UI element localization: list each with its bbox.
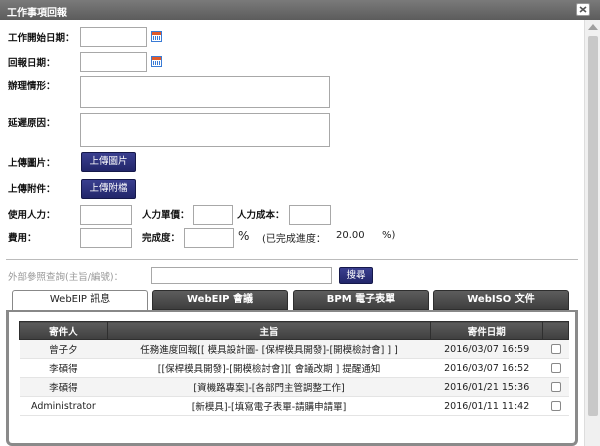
row-subject-link[interactable]: [資機路專案]-[各部門主管調整工作] [107, 377, 431, 397]
row-checkbox-cell [542, 396, 569, 416]
scroll-thumb[interactable] [588, 36, 598, 416]
row-date: 2016/01/11 11:42 [430, 396, 543, 416]
table-row[interactable]: 李碩得 [[保桿模具開發]-[開模檢討會]][ 會議改期 ] 提醒通知 2016… [19, 358, 569, 378]
table-row[interactable]: 曾子夕 任務進度回報[[ 模具設計圖- [保桿模具開發]-[開模檢討會] ] ]… [19, 339, 569, 359]
upload-attach-button[interactable]: 上傳附檔 [81, 179, 136, 199]
external-search-input[interactable] [151, 267, 332, 284]
tab-webeip-meeting[interactable]: WebEIP 會議 [152, 290, 288, 310]
scroll-up-icon[interactable] [588, 24, 598, 30]
header-select [542, 321, 569, 340]
completed-suffix: %) [382, 230, 396, 241]
completed-text: (已完成進度： [262, 234, 326, 245]
message-table: 寄件人 主旨 寄件日期 曾子夕 任務進度回報[[ 模具設計圖- [保桿模具開發]… [19, 321, 569, 416]
delay-textarea[interactable] [80, 113, 330, 147]
calendar-icon[interactable] [151, 31, 162, 42]
delay-label: 延遲原因： [8, 118, 56, 129]
vertical-scrollbar[interactable] [584, 20, 600, 446]
calendar-icon[interactable] [151, 56, 162, 67]
expense-input[interactable] [80, 228, 132, 248]
row-checkbox[interactable] [550, 363, 561, 373]
row-checkbox[interactable] [550, 344, 561, 354]
table-row[interactable]: 李碩得 [資機路專案]-[各部門主管調整工作] 2016/01/21 15:36 [19, 377, 569, 397]
report-date-label: 回報日期： [8, 58, 56, 69]
upload-image-label: 上傳圖片： [8, 158, 56, 169]
row-subject-link[interactable]: 任務進度回報[[ 模具設計圖- [保桿模具開發]-[開模檢討會] ] ] [107, 339, 431, 359]
row-sender: 李碩得 [19, 377, 108, 397]
message-panel: 寄件人 主旨 寄件日期 曾子夕 任務進度回報[[ 模具設計圖- [保桿模具開發]… [6, 310, 578, 446]
header-subject: 主旨 [106, 321, 432, 340]
row-sender: 李碩得 [19, 358, 108, 378]
window-title: 工作事項回報 [7, 8, 67, 19]
window-titlebar: 工作事項回報 [0, 0, 600, 20]
row-checkbox-cell [542, 358, 569, 378]
expense-label: 費用： [8, 233, 37, 244]
form-content: 工作開始日期： 回報日期： 辦理情形： 延遲原因： 上傳圖片： 上傳圖片 上傳附… [0, 20, 584, 446]
manpower-input[interactable] [80, 205, 132, 225]
close-icon[interactable] [576, 3, 590, 16]
row-subject-link[interactable]: [新模具]-[填寫電子表單-請購申請單] [107, 396, 431, 416]
cost-input[interactable] [289, 205, 331, 225]
report-date-input[interactable] [80, 52, 147, 72]
manpower-label: 使用人力： [8, 210, 56, 221]
percent-sign: % [238, 229, 250, 243]
row-checkbox[interactable] [550, 401, 561, 411]
status-textarea[interactable] [80, 76, 330, 108]
upload-attach-label: 上傳附件： [8, 184, 56, 195]
row-date: 2016/01/21 15:36 [430, 377, 543, 397]
external-search-label: 外部參照查詢(主旨/編號)： [8, 272, 124, 283]
tab-webeip-message[interactable]: WebEIP 訊息 [12, 290, 148, 312]
completion-label: 完成度： [142, 233, 181, 244]
start-date-label: 工作開始日期： [8, 33, 75, 44]
header-sender: 寄件人 [19, 321, 108, 340]
completion-input[interactable] [184, 228, 234, 248]
row-sender: 曾子夕 [19, 339, 108, 359]
tab-webiso-doc[interactable]: WebISO 文件 [433, 290, 569, 310]
section-divider [6, 259, 578, 260]
status-label: 辦理情形： [8, 81, 56, 92]
table-row[interactable]: Administrator [新模具]-[填寫電子表單-請購申請單] 2016/… [19, 396, 569, 416]
unit-price-label: 人力單價： [142, 210, 190, 221]
upload-image-button[interactable]: 上傳圖片 [81, 152, 136, 172]
row-checkbox-cell [542, 377, 569, 397]
row-date: 2016/03/07 16:52 [430, 358, 543, 378]
cost-label: 人力成本： [237, 210, 285, 221]
completed-value: 20.00 [336, 230, 365, 241]
row-checkbox-cell [542, 339, 569, 359]
row-subject-link[interactable]: [[保桿模具開發]-[開模檢討會]][ 會議改期 ] 提醒通知 [107, 358, 431, 378]
unit-price-input[interactable] [193, 205, 233, 225]
row-sender: Administrator [19, 396, 108, 416]
start-date-input[interactable] [80, 27, 147, 47]
search-button[interactable]: 搜尋 [339, 267, 373, 284]
header-date: 寄件日期 [430, 321, 544, 340]
row-checkbox[interactable] [550, 382, 561, 392]
tab-bpm-form[interactable]: BPM 電子表單 [293, 290, 429, 310]
row-date: 2016/03/07 16:59 [430, 339, 543, 359]
